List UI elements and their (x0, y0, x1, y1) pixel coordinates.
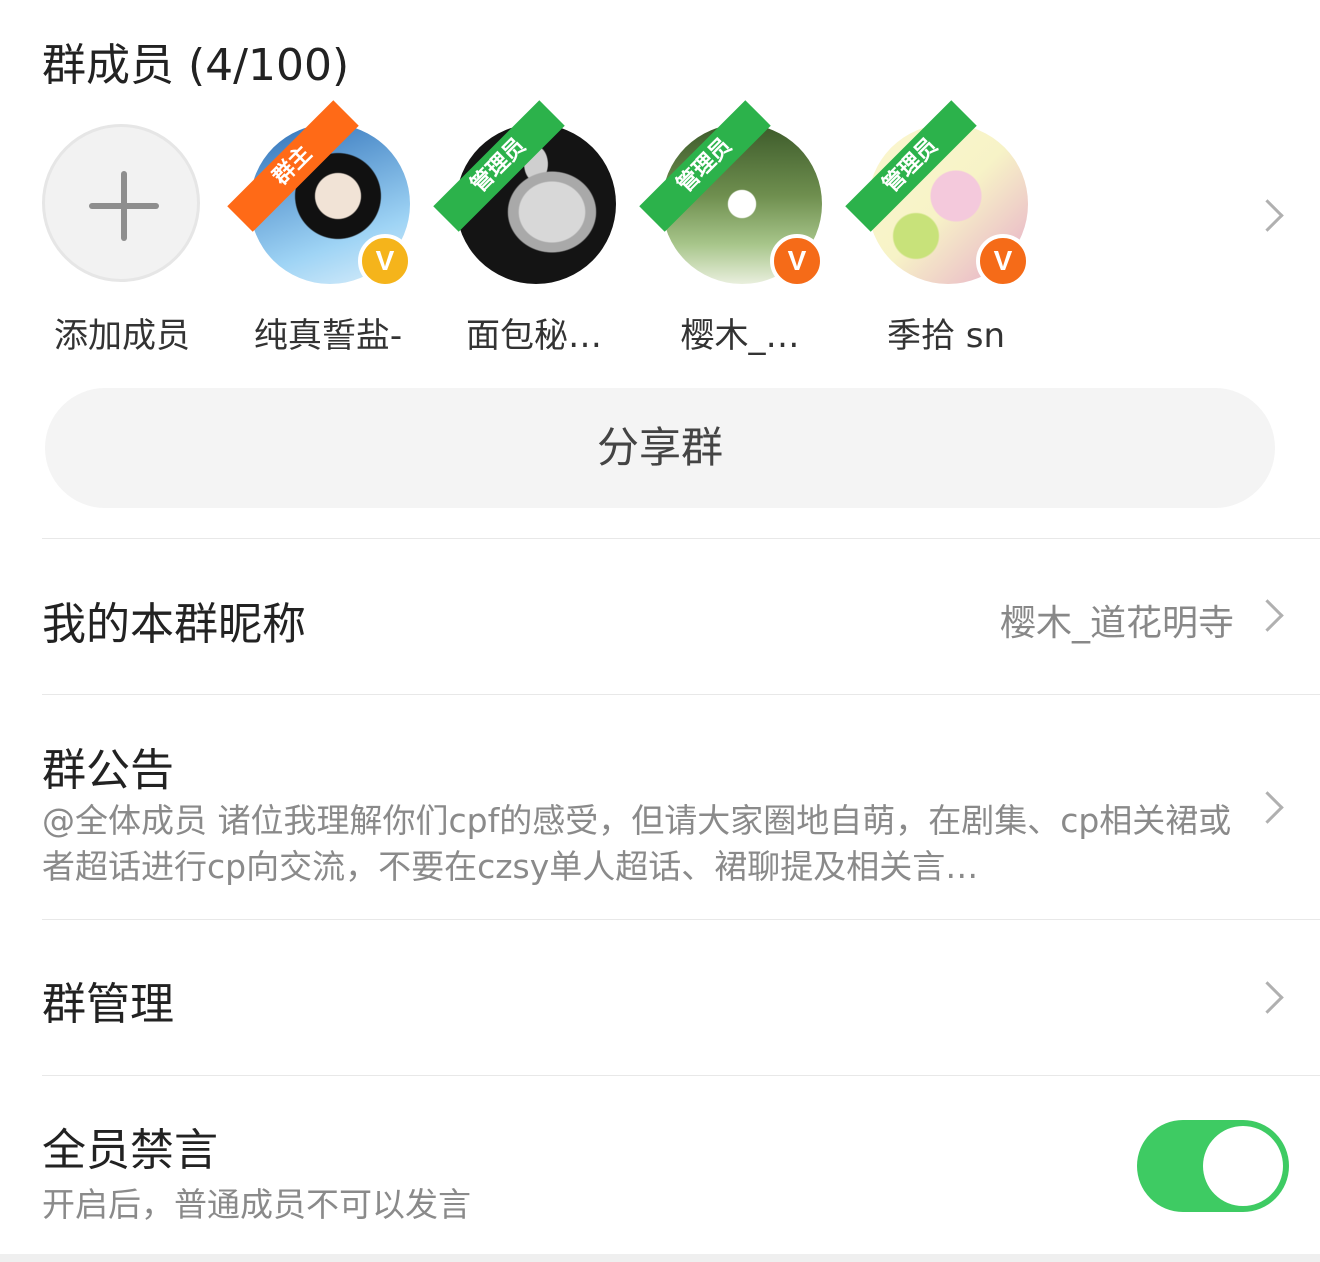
mute-toggle[interactable] (1137, 1120, 1289, 1212)
member-name: 纯真誓盐- (253, 316, 403, 356)
chevron-right-icon (1251, 981, 1284, 1014)
divider (42, 1075, 1320, 1076)
bottom-separator (0, 1254, 1320, 1262)
verified-icon: V (358, 234, 412, 288)
chevron-right-icon (1251, 599, 1284, 632)
member-row: 添加成员 群主 V 纯真誓盐- 管理员 面包秘… 管理员 V 樱木_… 管理员 … (0, 100, 1320, 358)
verified-icon: V (770, 234, 824, 288)
member-item[interactable]: 群主 V 纯真誓盐- (227, 100, 428, 358)
member-item[interactable]: 管理员 面包秘… (433, 100, 634, 358)
mute-label: 全员禁言 (42, 1125, 218, 1176)
mute-description: 开启后，普通成员不可以发言 (42, 1185, 471, 1224)
members-title: 群成员 (4/100) (42, 40, 350, 91)
nickname-label: 我的本群昵称 (42, 599, 306, 650)
divider (42, 538, 1320, 539)
member-name: 季拾 sn (886, 316, 1006, 356)
members-more-chevron-icon[interactable] (1251, 199, 1284, 232)
add-icon (42, 124, 200, 282)
add-member-button[interactable]: 添加成员 (22, 118, 222, 358)
verified-icon: V (976, 234, 1030, 288)
member-item[interactable]: 管理员 V 樱木_… (639, 100, 840, 358)
divider (42, 919, 1320, 920)
manage-label: 群管理 (42, 979, 174, 1030)
notice-text: @全体成员 诸位我理解你们cpf的感受，但请大家圈地自萌，在剧集、cp相关裙或者… (42, 801, 1232, 886)
member-name: 樱木_… (680, 316, 800, 356)
notice-label: 群公告 (42, 745, 174, 796)
member-name: 面包秘… (466, 316, 602, 356)
toggle-knob (1203, 1126, 1283, 1206)
nickname-value: 樱木_道花明寺 (999, 603, 1234, 644)
divider (42, 694, 1320, 695)
add-member-label: 添加成员 (54, 316, 190, 356)
member-item[interactable]: 管理员 V 季拾 sn (845, 100, 1046, 358)
chevron-right-icon (1251, 791, 1284, 824)
share-group-button[interactable]: 分享群 (45, 388, 1275, 508)
